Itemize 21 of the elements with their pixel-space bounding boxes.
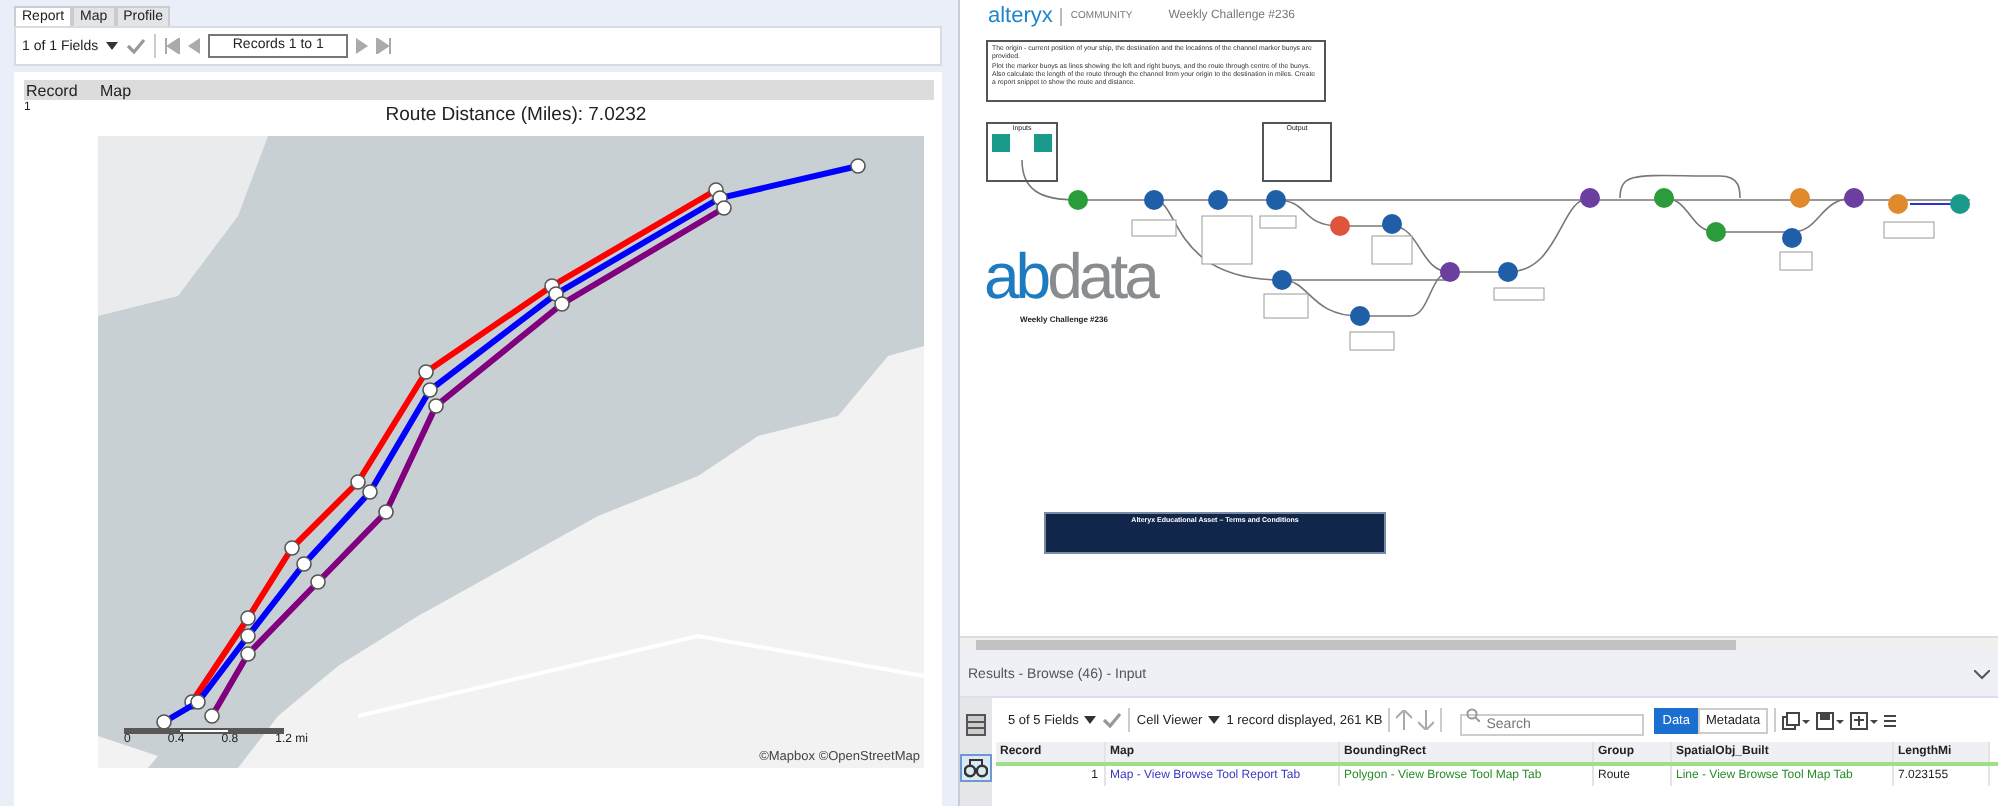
land-area [98, 736, 158, 768]
save-icon[interactable] [1816, 711, 1845, 729]
abdata-logo: abdata [984, 244, 1156, 308]
buoy-marker [378, 504, 394, 520]
column-header: Record [24, 81, 80, 99]
caret-icon[interactable] [106, 42, 119, 50]
copy-icon[interactable] [1782, 711, 1811, 729]
binoculars-icon[interactable] [960, 754, 992, 782]
checkmark-icon[interactable] [126, 38, 147, 54]
buoy-marker [850, 158, 866, 174]
caret-icon[interactable] [1208, 716, 1221, 724]
alteryx-logo: alteryx [988, 4, 1053, 28]
caret-icon[interactable] [1084, 716, 1097, 724]
scrollbar-thumb[interactable] [976, 640, 1736, 650]
checkmark-icon[interactable] [1102, 712, 1123, 728]
export-icon[interactable] [1850, 711, 1879, 729]
column-header: Map [100, 81, 132, 99]
menu-icon[interactable] [1884, 713, 1897, 727]
map-title: Route Distance (Miles): 7.0232 [383, 102, 649, 130]
chevron-icon[interactable] [1974, 669, 1990, 679]
database-icon[interactable] [966, 714, 986, 736]
